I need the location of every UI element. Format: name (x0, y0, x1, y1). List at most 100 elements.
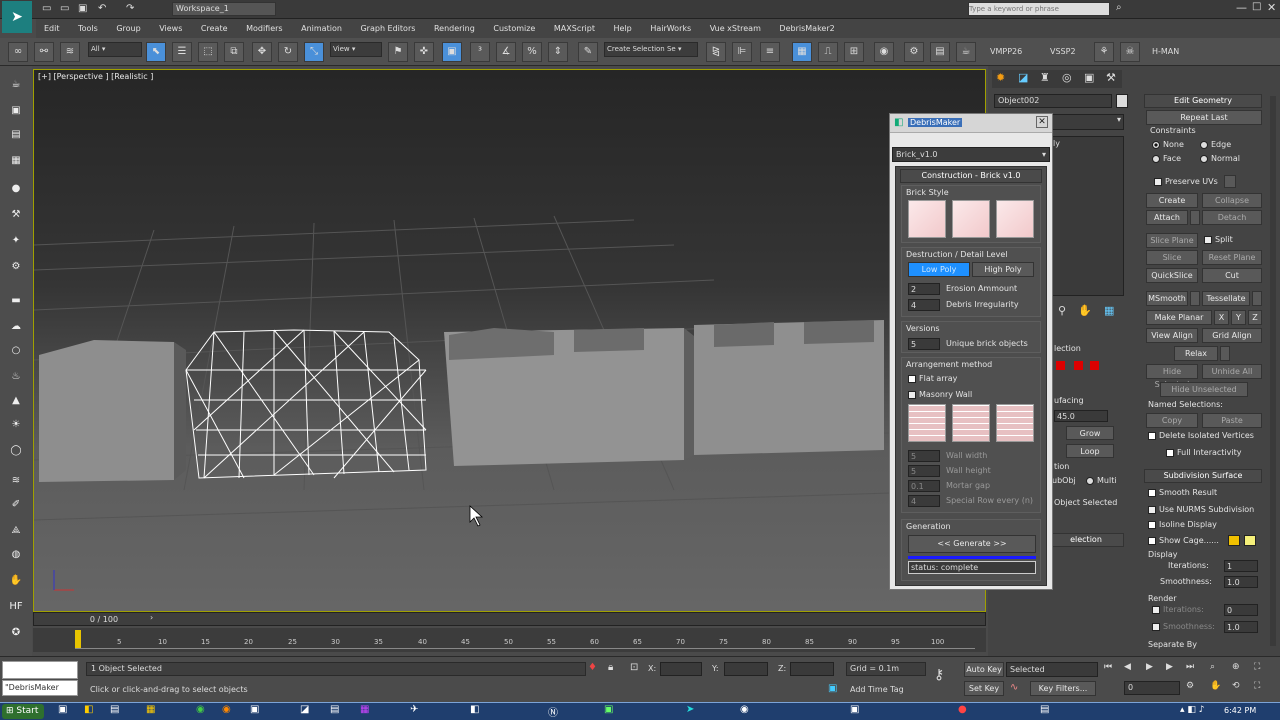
menu-debrismaker2[interactable]: DebrisMaker2 (771, 19, 842, 38)
flat-array-checkbox[interactable]: Flat array (908, 374, 957, 383)
hand-icon[interactable]: ✋ (6, 572, 26, 590)
link-icon[interactable]: ∞ (8, 42, 28, 62)
object-name-field[interactable]: Object002 (994, 94, 1112, 108)
isoline-display-checkbox[interactable]: Isoline Display (1148, 520, 1217, 529)
menu-vue-xstream[interactable]: Vue xStream (702, 19, 769, 38)
grid-align-button[interactable]: Grid Align (1202, 328, 1262, 343)
constraint-none-radio[interactable]: None (1152, 140, 1184, 149)
versions-spinner[interactable]: 5 (908, 338, 940, 350)
circle-icon[interactable]: ◯ (6, 442, 26, 460)
spinner-snap-icon[interactable]: ⇕ (548, 42, 568, 62)
constraint-edge-radio[interactable]: Edge (1200, 140, 1231, 149)
erosion-spinner[interactable]: 2 (908, 283, 940, 295)
object-color-swatch[interactable] (1116, 94, 1128, 108)
debrismaker-titlebar[interactable]: ◧ DebrisMaker ✕ (890, 114, 1052, 133)
clock[interactable]: 6:42 PM (1224, 706, 1256, 715)
scale-icon[interactable]: ⤡ (304, 42, 324, 62)
close-icon[interactable]: ✕ (1267, 1, 1276, 14)
planar-x-button[interactable]: X (1214, 310, 1229, 325)
taskbar-app-icon[interactable]: ▣ (850, 704, 859, 715)
zoom-extents-icon[interactable]: ⛶ (1254, 662, 1260, 672)
configure-modifiers-icon[interactable]: ▦ (1104, 304, 1114, 317)
time-slider-frame[interactable]: 0 / 100 (82, 613, 126, 626)
time-config-icon[interactable]: ⚙ (1186, 681, 1194, 691)
cage-color-swatch[interactable] (1228, 535, 1240, 546)
menu-create[interactable]: Create (193, 19, 236, 38)
preserve-uvs-checkbox[interactable]: Preserve UVs (1154, 177, 1218, 186)
taskbar-app-icon[interactable]: ◪ (300, 704, 309, 715)
plugin-icon[interactable]: ⚘ (1094, 42, 1114, 62)
graphite-ribbon-icon[interactable]: ▦ (792, 42, 812, 62)
preset-dropdown[interactable]: Brick_v1.0 ▾ (892, 147, 1050, 162)
paint-icon[interactable]: ✐ (6, 496, 26, 514)
low-poly-button[interactable]: Low Poly (908, 262, 970, 277)
mirror-icon[interactable]: ⧎ (706, 42, 726, 62)
snap-toggle-icon[interactable]: ³ (470, 42, 490, 62)
unhide-all-button[interactable]: Unhide All (1202, 364, 1262, 379)
planar-y-button[interactable]: Y (1231, 310, 1246, 325)
special-row-spinner[interactable]: 4 (908, 495, 940, 507)
collapse-button[interactable]: Collapse (1202, 193, 1262, 208)
play-icon[interactable]: ▶ (1146, 662, 1153, 672)
key-icon[interactable]: ⚷ (934, 667, 944, 683)
manipulate-icon[interactable]: ✜ (414, 42, 434, 62)
menu-edit[interactable]: Edit (36, 19, 68, 38)
reference-coord-dropdown[interactable]: View ▾ (330, 42, 382, 57)
tessellate-button[interactable]: Tessellate (1202, 291, 1250, 306)
tool-icon[interactable]: ⚒ (6, 206, 26, 224)
pan-icon[interactable]: ✋ (1210, 681, 1221, 691)
selection-rollout[interactable]: election (1048, 533, 1124, 547)
taskbar-app-icon[interactable]: ▦ (146, 704, 155, 715)
planar-z-button[interactable]: Z (1248, 310, 1262, 325)
search-icon[interactable]: ⌕ (1116, 2, 1122, 13)
mortar-gap-spinner[interactable]: 0.1 (908, 480, 940, 492)
slice-button[interactable]: Slice (1146, 250, 1198, 265)
paste-button[interactable]: Paste (1202, 413, 1262, 428)
sun-icon[interactable]: ☀ (6, 416, 26, 434)
teapot-icon[interactable]: ☕ (6, 76, 26, 94)
hide-unselected-button[interactable]: Hide Unselected (1160, 382, 1248, 397)
multi-radio[interactable]: Multi (1086, 476, 1117, 485)
cage-selection-color-swatch[interactable] (1244, 535, 1256, 546)
search-input[interactable] (968, 2, 1110, 16)
named-selection-dropdown[interactable]: Create Selection Se ▾ (604, 42, 698, 57)
schematic-view-icon[interactable]: ⊞ (844, 42, 864, 62)
view-align-button[interactable]: View Align (1146, 328, 1198, 343)
create-button[interactable]: Create (1146, 193, 1198, 208)
new-file-icon[interactable]: ▭ (42, 3, 51, 14)
skull-icon[interactable]: ☠ (1120, 42, 1140, 62)
key-tangent-icon[interactable]: ∿ (1010, 682, 1018, 693)
menu-tools[interactable]: Tools (70, 19, 106, 38)
set-key-button[interactable]: Set Key (964, 681, 1004, 696)
constraint-normal-radio[interactable]: Normal (1200, 154, 1240, 163)
maxscript-listener[interactable]: "DebrisMaker (2, 680, 78, 696)
high-poly-button[interactable]: High Poly (972, 262, 1034, 277)
taskbar-app-icon[interactable]: ▣ (250, 704, 259, 715)
taskbar-app-icon[interactable]: ▣ (58, 704, 67, 715)
constraint-face-radio[interactable]: Face (1152, 154, 1181, 163)
taskbar-app-icon[interactable]: ▤ (110, 704, 119, 715)
align-icon[interactable]: ⊫ (732, 42, 752, 62)
cut-button[interactable]: Cut (1202, 268, 1262, 283)
hide-selected-button[interactable]: Hide Selected (1146, 364, 1198, 389)
folder-icon[interactable]: ▬ (6, 292, 26, 310)
menu-hairworks[interactable]: HairWorks (642, 19, 699, 38)
render-smoothness-spinner[interactable]: 1.0 (1224, 621, 1258, 633)
render-smoothness-checkbox[interactable]: Smoothness: (1152, 622, 1215, 631)
current-frame-field[interactable]: 0 (1124, 681, 1180, 695)
open-file-icon[interactable]: ▭ (60, 3, 69, 14)
taskbar-app-icon[interactable]: ◧ (470, 704, 479, 715)
wall-pattern-thumb[interactable] (952, 404, 990, 442)
workspace-dropdown[interactable]: Workspace_1 (172, 2, 276, 16)
tray-icons[interactable]: ▴ ◧ ♪ (1180, 705, 1205, 715)
menu-help[interactable]: Help (606, 19, 640, 38)
cone-icon[interactable]: ▲ (6, 392, 26, 410)
3dsmax-taskbar-icon[interactable]: ➤ (686, 704, 694, 715)
wall-pattern-thumb[interactable] (908, 404, 946, 442)
orbit-icon[interactable]: ⟲ (1232, 681, 1240, 691)
percent-snap-icon[interactable]: % (522, 42, 542, 62)
red-square-icon[interactable] (1074, 361, 1083, 370)
by-subobj-radio[interactable]: ubObj (1052, 476, 1076, 485)
menu-animation[interactable]: Animation (293, 19, 350, 38)
close-icon[interactable]: ✕ (1036, 116, 1048, 128)
